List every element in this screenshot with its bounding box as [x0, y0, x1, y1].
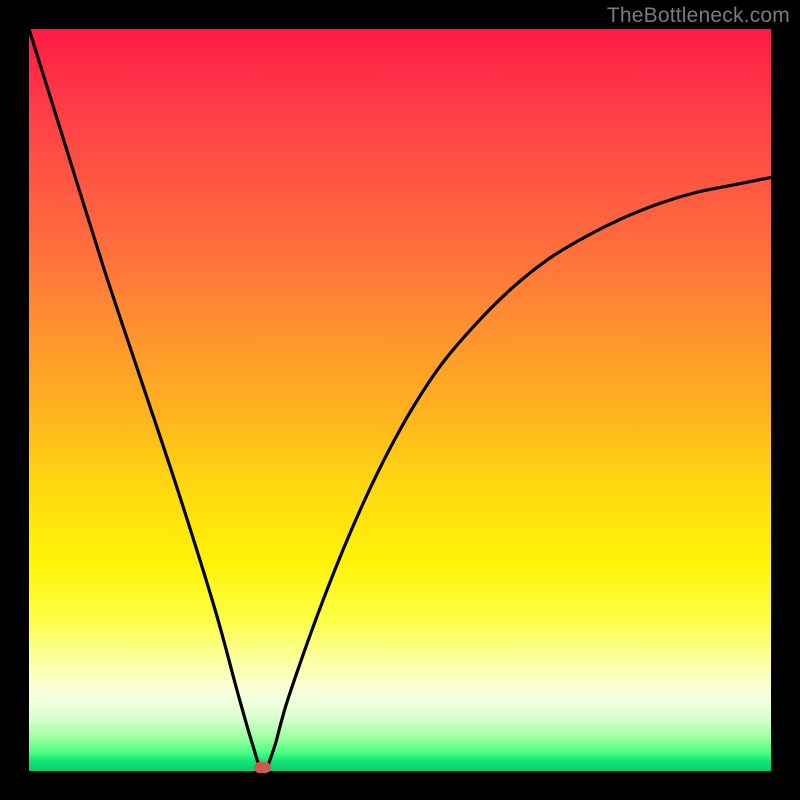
- optimal-marker: [254, 762, 271, 773]
- bottleneck-curve: [29, 29, 771, 771]
- plot-area: [29, 29, 771, 771]
- watermark-text: TheBottleneck.com: [607, 4, 790, 28]
- chart-frame: TheBottleneck.com: [0, 0, 800, 800]
